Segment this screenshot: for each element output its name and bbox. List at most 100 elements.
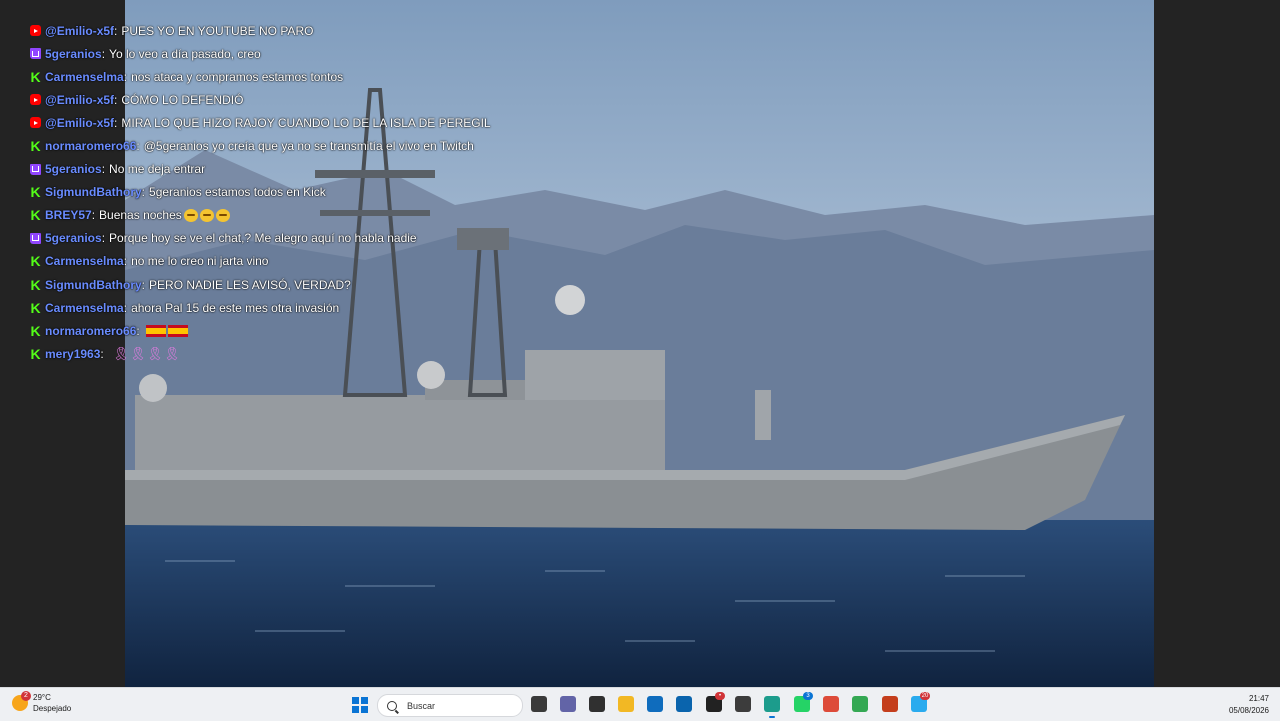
ribbon-emoji-icon: 🎗 xyxy=(163,345,181,361)
davinci-icon[interactable]: • xyxy=(706,692,725,712)
edge-icon[interactable] xyxy=(764,696,780,718)
search-placeholder: Buscar xyxy=(407,700,436,711)
chat-message: K SigmundBathory: PERO NADIE LES AVISÓ, VE… xyxy=(30,273,630,296)
chat-separator: : xyxy=(114,115,118,130)
chat-message: 5geranios: Porque hoy se ve el chat,? Me … xyxy=(30,227,630,250)
chat-username[interactable]: Carmenselma xyxy=(45,301,124,315)
powerpoint-icon[interactable] xyxy=(882,696,898,712)
chat-message: Kmery1963: 🎗 🎗 🎗 🎗 xyxy=(30,342,630,365)
youtube-icon xyxy=(30,25,41,37)
teams-icon[interactable] xyxy=(560,696,576,712)
chat-text: No me deja entrar xyxy=(109,162,206,177)
weather-temp: 29°C xyxy=(33,693,51,702)
ribbon-emoji-icon: 🎗 xyxy=(129,345,147,361)
notification-badge: • xyxy=(715,692,725,700)
clock-date: 05/08/2026 xyxy=(1228,706,1269,715)
kick-icon: K xyxy=(30,276,41,293)
chat-username[interactable]: @Emilio-x5f xyxy=(45,24,114,38)
youtube-icon xyxy=(30,94,41,106)
emote-icon xyxy=(183,208,198,222)
chat-username[interactable]: @Emilio-x5f xyxy=(45,116,114,130)
chat-text: @5geranios yo creía que ya no se transmi… xyxy=(143,139,474,154)
outlook-icon[interactable] xyxy=(676,696,692,712)
clock-time: 21:47 xyxy=(1248,694,1269,703)
chat-username[interactable]: normaromero66 xyxy=(45,324,136,338)
chat-message: @Emilio-x5f: MIRA LO QUE HIZO RAJOY CUAND… xyxy=(30,111,630,134)
chat-separator: : xyxy=(101,231,106,246)
unity-icon[interactable] xyxy=(735,696,751,712)
chat-message: K Carmenselma: nos ataca y compramos estam… xyxy=(30,65,630,88)
chat-text: PUES YO EN YOUTUBE NO PARO xyxy=(121,23,314,38)
chat-separator: : xyxy=(123,300,128,315)
weather-desc: Despejado xyxy=(33,704,72,713)
chat-separator: : xyxy=(101,46,106,61)
right-border xyxy=(1154,0,1280,687)
kick-icon: K xyxy=(30,253,41,270)
chat-separator: : xyxy=(114,92,118,107)
chat-message: @Emilio-x5f: PUES YO EN YOUTUBE NO PARO xyxy=(30,19,630,42)
chat-username[interactable]: SigmundBathory xyxy=(45,278,142,292)
search-box[interactable]: Buscar xyxy=(377,694,523,717)
spain-flag-icon xyxy=(145,324,166,337)
chat-text: CÓMO LO DEFENDIÓ xyxy=(121,92,244,107)
store-icon[interactable] xyxy=(647,696,663,712)
chat-username[interactable]: 5geranios xyxy=(45,47,102,61)
sea xyxy=(125,520,1154,687)
notification-badge: 20 xyxy=(920,692,930,700)
chat-username[interactable]: Carmenselma xyxy=(45,70,124,84)
notification-badge: 3 xyxy=(803,692,813,700)
chrome-profile-icon[interactable] xyxy=(852,696,868,712)
chat-message: Knormaromero66: xyxy=(30,319,630,342)
chat-message: Knormaromero66: @5geranios yo creía que y… xyxy=(30,134,630,157)
chat-text: Porque hoy se ve el chat,? Me alegro aqu… xyxy=(109,231,417,246)
chat-separator: : xyxy=(91,208,96,223)
ribbon-emoji-icon: 🎗 xyxy=(112,345,130,361)
chat-message: @Emilio-x5f: CÓMO LO DEFENDIÓ xyxy=(30,88,630,111)
whatsapp-icon[interactable]: 3 xyxy=(794,692,813,712)
start-button[interactable] xyxy=(352,697,368,713)
kick-icon: K xyxy=(30,322,41,339)
chat-username[interactable]: BREY57 xyxy=(45,208,92,222)
chat-text: Yo lo veo a día pasado, creo xyxy=(109,46,261,61)
chat-text: no me lo creo ni jarta vino xyxy=(131,254,269,269)
chat-separator: : xyxy=(141,185,146,200)
ribbon-emoji-icon: 🎗 xyxy=(146,345,164,361)
emote-icon xyxy=(215,208,230,222)
chat-separator: : xyxy=(100,346,104,361)
task-view-icon[interactable] xyxy=(531,696,547,712)
chat-username[interactable]: SigmundBathory xyxy=(45,185,142,199)
kick-icon: K xyxy=(30,299,41,316)
search-icon xyxy=(387,700,397,711)
chat-text: PERO NADIE LES AVISÓ, VERDAD? xyxy=(149,277,351,292)
weather-widget[interactable]: 2 29°C Despejado xyxy=(12,691,72,714)
chat-message: K Carmenselma: ahora Pal 15 de este mes ot… xyxy=(30,296,630,319)
chat-username[interactable]: Carmenselma xyxy=(45,254,124,268)
chat-separator: : xyxy=(141,277,146,292)
chat-text: 5geranios estamos todos en Kick xyxy=(149,185,326,200)
chat-message: K SigmundBathory:5geranios estamos todos … xyxy=(30,181,630,204)
sun-icon: 2 xyxy=(12,691,31,711)
chrome-icon[interactable] xyxy=(823,696,839,712)
kick-icon: K xyxy=(30,184,41,201)
telegram-icon[interactable]: 20 xyxy=(911,692,930,712)
chat-overlay: @Emilio-x5f: PUES YO EN YOUTUBE NO PARO 5g… xyxy=(30,19,630,365)
emote-icon xyxy=(199,208,214,222)
chat-separator: : xyxy=(101,162,106,177)
chat-separator: : xyxy=(123,69,128,84)
chat-username[interactable]: mery1963 xyxy=(45,347,100,361)
kick-icon: K xyxy=(30,138,41,155)
chat-separator: : xyxy=(114,23,118,38)
twitch-icon xyxy=(30,232,41,244)
chat-username[interactable]: 5geranios xyxy=(45,162,102,176)
ship-superstructure xyxy=(135,395,665,470)
chat-text: MIRA LO QUE HIZO RAJOY CUANDO LO DE LA I… xyxy=(121,115,491,130)
chat-username[interactable]: @Emilio-x5f xyxy=(45,93,114,107)
weather-badge: 2 xyxy=(21,691,31,701)
clock[interactable]: 21:47 05/08/2026 xyxy=(1229,693,1269,717)
youtube-icon xyxy=(30,117,41,129)
obs-icon[interactable] xyxy=(589,696,605,712)
kick-icon: K xyxy=(30,207,41,224)
file-explorer-icon[interactable] xyxy=(618,696,634,712)
chat-username[interactable]: 5geranios xyxy=(45,231,102,245)
chat-username[interactable]: normaromero66 xyxy=(45,139,136,153)
